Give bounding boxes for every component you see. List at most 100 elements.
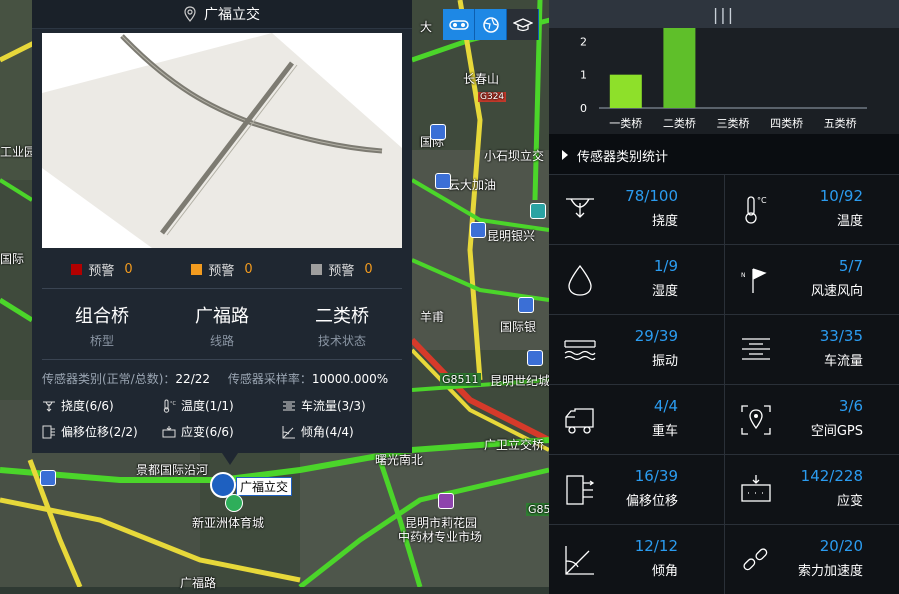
right-panel: ||| 0 1 2 一类桥 二类桥 三类桥 四类桥 五类桥 传感器类别统计 78/100 挠度… — [549, 0, 899, 594]
tile-truck[interactable]: 4/4 重车 — [549, 384, 725, 454]
tile-gps[interactable]: 3/6 空间GPS — [725, 384, 899, 454]
tile-name: 温度 — [836, 214, 863, 229]
map-label: 云大加油 — [448, 178, 497, 192]
deflection-icon — [566, 198, 594, 218]
info-value: 组合桥 — [75, 306, 129, 327]
tile-strain[interactable]: 142/228 应变 — [725, 454, 899, 524]
bridge-info-row: 组合桥 桥型 广福路 线路 二类桥 技术状态 — [42, 302, 402, 349]
tile-vibration[interactable]: 29/39 振动 — [549, 314, 725, 384]
sample-rate-label: 传感器采样率： — [227, 372, 312, 386]
tile-name: 振动 — [651, 354, 678, 369]
warning-label: 预警 — [208, 263, 235, 279]
sensor-tilt[interactable]: 倾角(4/4) — [282, 423, 402, 440]
bar-一类桥[interactable] — [609, 74, 642, 108]
tile-temperature[interactable]: °C 10/92 温度 — [725, 174, 899, 244]
bridge-3d-model[interactable] — [42, 33, 402, 248]
tile-deflection[interactable]: 78/100 挠度 — [549, 174, 725, 244]
warning-level-1: 预警 0 — [71, 258, 133, 280]
info-label: 线路 — [209, 334, 234, 348]
sensor-offset[interactable]: 偏移位移(2/2) — [42, 423, 162, 440]
sensor-category-header[interactable]: 传感器类别统计 — [549, 140, 899, 170]
poi-icon[interactable] — [518, 297, 534, 313]
poi-icon[interactable] — [530, 203, 546, 219]
warning-level-3: 预警 0 — [311, 258, 373, 280]
globe-icon — [482, 16, 499, 33]
tile-wind[interactable]: N 5/7 风速风向 — [725, 244, 899, 314]
humidity-icon — [568, 264, 592, 296]
tile-name: 倾角 — [651, 564, 678, 579]
tile-cable[interactable]: 20/20 索力加速度 — [725, 524, 899, 594]
sensor-temperature[interactable]: °C 温度(1/1) — [162, 397, 282, 414]
sensor-strain[interactable]: 应变(6/6) — [162, 423, 282, 440]
warning-label: 预警 — [88, 263, 115, 279]
tile-name: 挠度 — [651, 214, 678, 229]
map-label: 长春山 — [463, 72, 500, 86]
map-label: G8511 — [440, 373, 481, 386]
tile-count: 10/92 — [819, 187, 863, 205]
warning-color-swatch — [311, 263, 323, 275]
map-label: 大 — [420, 20, 433, 34]
popup-sensor-list: 挠度(6/6) °C 温度(1/1) 车流量(3/3) 偏移位移(2/2) 应变… — [42, 397, 402, 440]
map-label: 小石坝立交 — [484, 149, 545, 163]
y-tick-label: 2 — [580, 35, 587, 48]
sensor-traffic[interactable]: 车流量(3/3) — [282, 397, 402, 414]
sample-rate-value: 10000.000% — [311, 372, 389, 386]
warning-count: 0 — [364, 261, 373, 277]
tile-count: 1/9 — [653, 257, 678, 275]
x-tick-label: 三类桥 — [717, 116, 750, 130]
bridge-route-info: 广福路 线路 — [195, 302, 249, 349]
divider — [42, 288, 402, 289]
metro-icon[interactable] — [225, 494, 243, 512]
tile-humidity[interactable]: 1/9 湿度 — [549, 244, 725, 314]
sensor-deflection[interactable]: 挠度(6/6) — [42, 397, 162, 414]
tile-count: 29/39 — [634, 327, 678, 345]
bridge-type-info: 组合桥 桥型 — [75, 302, 129, 349]
warning-label: 预警 — [328, 263, 355, 279]
bar-二类桥[interactable] — [663, 8, 696, 108]
sensor-label: 倾角(4/4) — [301, 425, 354, 439]
warning-count: 0 — [244, 261, 253, 277]
info-label: 技术状态 — [317, 334, 366, 348]
tile-name: 风速风向 — [810, 284, 863, 299]
graduation-icon — [512, 17, 533, 31]
warning-color-swatch — [71, 263, 83, 275]
poi-icon[interactable] — [40, 470, 56, 486]
x-tick-label: 四类桥 — [770, 116, 803, 130]
sensor-label: 车流量(3/3) — [301, 399, 366, 413]
info-value: 广福路 — [195, 306, 249, 327]
tile-tilt[interactable]: 12/12 倾角 — [549, 524, 725, 594]
tile-name: 湿度 — [651, 284, 678, 299]
truck-icon — [565, 408, 594, 434]
tile-count: 5/7 — [838, 257, 863, 275]
panel-drag-handle[interactable]: ||| — [549, 0, 899, 28]
divider — [42, 359, 402, 360]
tile-name: 应变 — [836, 494, 863, 509]
y-tick-label: 0 — [580, 102, 587, 115]
x-tick-label: 一类桥 — [609, 116, 642, 130]
layers-icon — [448, 19, 469, 30]
poi-icon[interactable] — [435, 173, 451, 189]
tile-traffic[interactable]: 33/35 车流量 — [725, 314, 899, 384]
deflection-icon — [43, 401, 55, 412]
x-tick-label: 二类桥 — [663, 116, 696, 130]
warning-count: 0 — [124, 261, 133, 277]
sensor-stats-line: 传感器类别(正常/总数)：22/22 传感器采样率：10000.000% — [42, 370, 388, 387]
poi-icon[interactable] — [470, 222, 486, 238]
tile-name: 车流量 — [823, 354, 863, 369]
tile-offset[interactable]: 16/39 偏移位移 — [549, 454, 725, 524]
poi-icon[interactable] — [430, 124, 446, 140]
sensor-label: 挠度(6/6) — [61, 399, 114, 413]
layers-button[interactable] — [443, 9, 475, 40]
offset-icon — [42, 425, 55, 438]
strain-icon — [741, 475, 771, 502]
graduation-button[interactable] — [507, 9, 539, 40]
globe-button[interactable] — [475, 9, 507, 40]
sensor-label: 温度(1/1) — [181, 399, 234, 413]
bridge-popup: 广福立交 预警 0 预警 0 预警 0 组合桥 桥型 广福路 线路 二类桥 技术… — [32, 0, 412, 453]
traffic-icon — [283, 401, 295, 410]
popup-title-bar: 广福立交 — [32, 0, 412, 29]
poi-icon[interactable] — [438, 493, 454, 509]
tile-name: 空间GPS — [810, 424, 863, 439]
bridge-marker-label[interactable]: 广福立交 — [236, 477, 293, 496]
poi-icon[interactable] — [527, 350, 543, 366]
